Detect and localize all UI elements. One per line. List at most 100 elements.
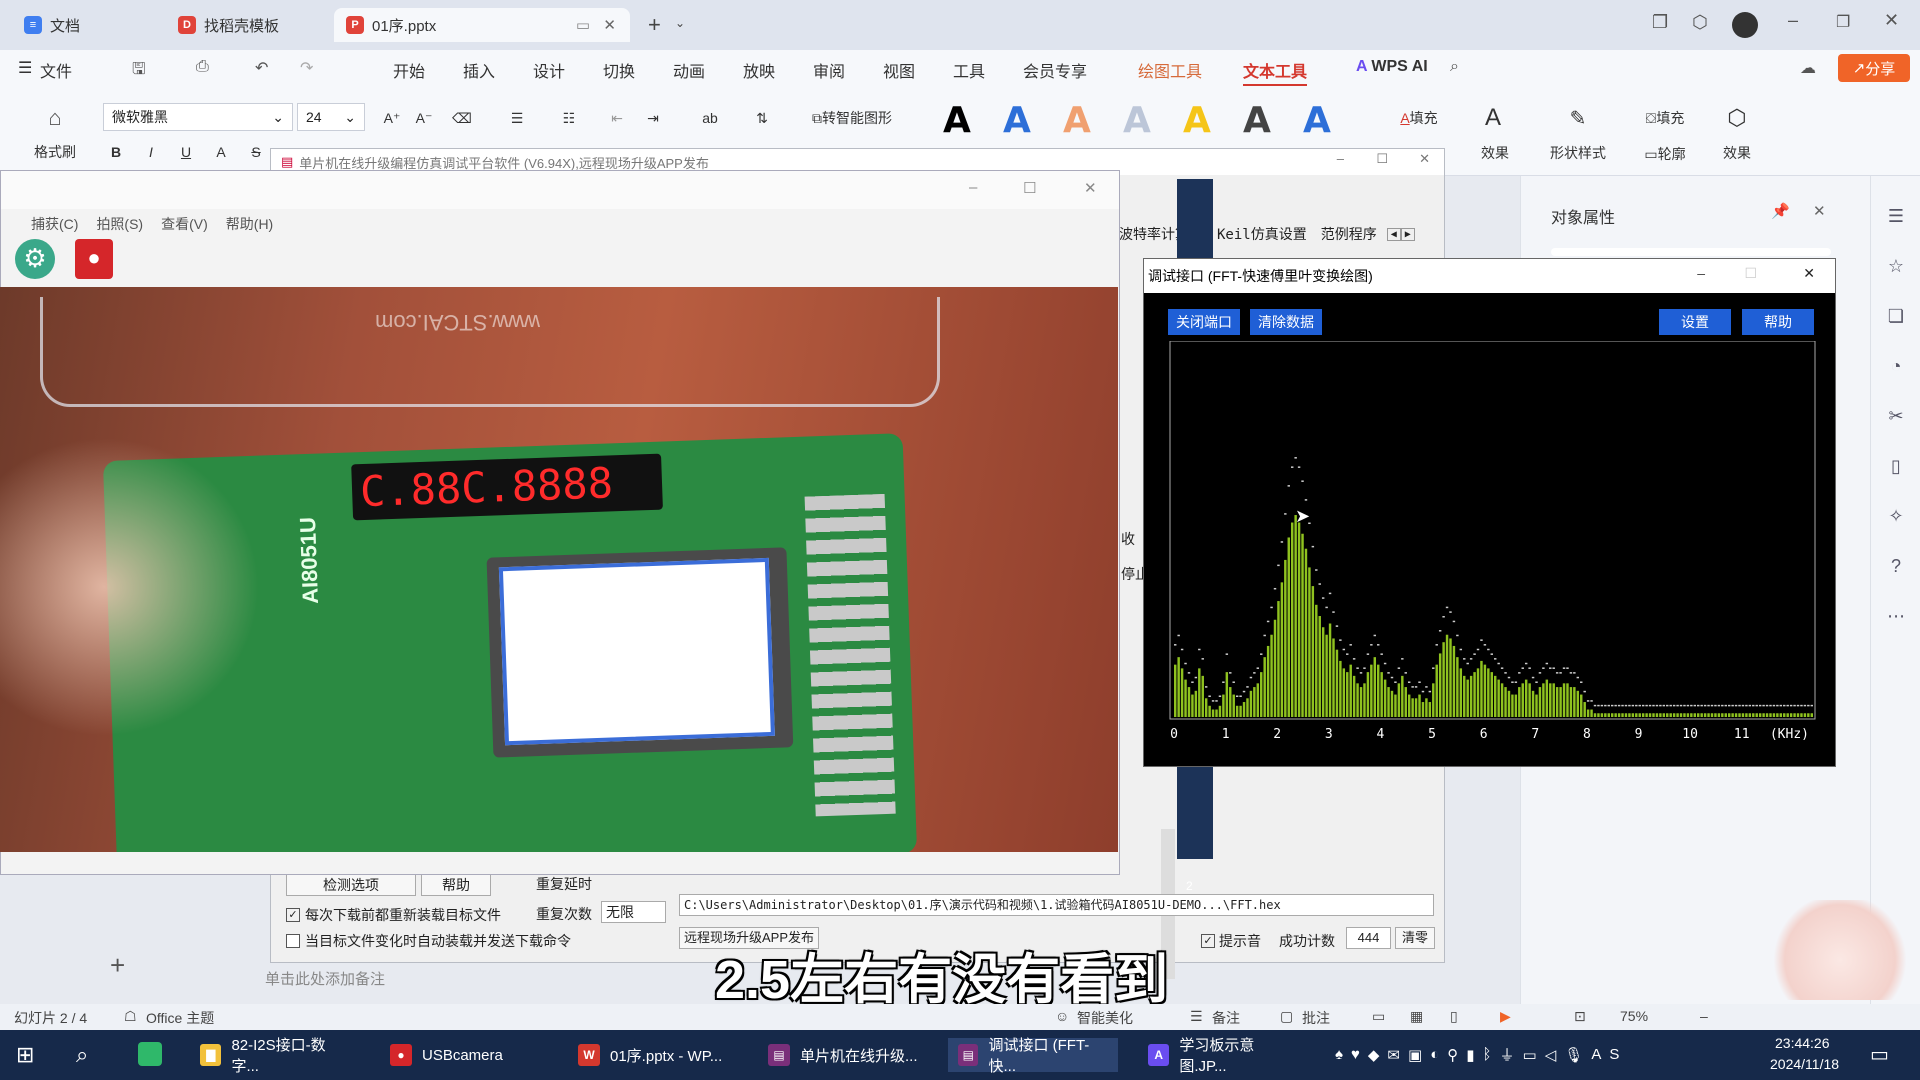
sparkle-icon[interactable]: ✧ xyxy=(1885,506,1907,528)
tab-next-icon[interactable]: ▶ xyxy=(1400,227,1415,241)
repeat-count-select[interactable]: 无限 xyxy=(601,901,666,923)
menu-review[interactable]: 审阅 xyxy=(813,58,845,82)
tools-icon[interactable]: ✂ xyxy=(1885,406,1907,428)
help-button[interactable]: 帮助 xyxy=(421,874,491,896)
option-autoload[interactable]: 当目标文件变化时自动装载并发送下载命令 xyxy=(286,931,571,951)
taskbar-item-fft[interactable]: ▤ 调试接口 (FFT-快... xyxy=(948,1037,1118,1075)
tray-icon[interactable]: ⚲ xyxy=(1447,1046,1458,1064)
text-style-black[interactable]: A xyxy=(943,100,971,141)
star-icon[interactable]: ☆ xyxy=(1885,256,1907,278)
clear-data-button[interactable]: 清除数据 xyxy=(1250,309,1322,335)
clock-time[interactable]: 23:44:26 xyxy=(1775,1035,1830,1051)
format-painter-icon[interactable]: ⌂ xyxy=(30,105,80,130)
close-window-icon[interactable]: ✕ xyxy=(1884,10,1899,31)
add-notes-hint[interactable]: 单击此处添加备注 xyxy=(265,968,385,989)
help-button[interactable]: 帮助 xyxy=(1742,309,1814,335)
indent-icon[interactable]: ⇥ xyxy=(640,106,666,130)
menu-tools[interactable]: 工具 xyxy=(953,58,985,82)
menu-slideshow[interactable]: 放映 xyxy=(743,58,775,82)
undo-icon[interactable]: ↶ xyxy=(255,58,268,78)
smart-shape-button[interactable]: ⧉ 转智能图形 xyxy=(798,106,906,130)
tab-template[interactable]: D 找稻壳模板 xyxy=(166,8,326,42)
font-color-icon[interactable]: A xyxy=(210,140,232,164)
cloud-icon[interactable]: ☁ xyxy=(1800,58,1816,78)
menu-text-tools[interactable]: 文本工具 xyxy=(1243,58,1308,87)
taskbar-item-wps[interactable]: W 01序.pptx - WP... xyxy=(568,1038,738,1072)
menu-animation[interactable]: 动画 xyxy=(673,58,705,82)
font-grow-icon[interactable]: A⁺ xyxy=(380,106,404,130)
mic-icon[interactable]: 🎙 xyxy=(1564,1046,1583,1064)
tab-pptx[interactable]: P 01序.pptx ▭ ✕ xyxy=(334,8,630,42)
menu-transition[interactable]: 切换 xyxy=(603,58,635,82)
maximize-icon[interactable]: ☐ xyxy=(1376,151,1388,167)
shape-style-icon[interactable]: ✎ xyxy=(1563,104,1593,132)
tray-icon[interactable]: ♥ xyxy=(1351,1046,1360,1063)
tray-icon[interactable]: ▮ xyxy=(1466,1046,1474,1064)
fit-icon[interactable]: ⊡ xyxy=(1574,1008,1586,1025)
tray-icon[interactable]: ♠ xyxy=(1335,1046,1343,1063)
menu-draw-tools[interactable]: 绘图工具 xyxy=(1138,58,1202,82)
taskbar-item-folder[interactable]: ▇ 82-I2S接口-数字... xyxy=(190,1037,360,1075)
text-style-outline[interactable]: A xyxy=(1123,100,1151,141)
text-style-gray[interactable]: A xyxy=(1243,100,1271,141)
menu-member[interactable]: 会员专享 xyxy=(1023,58,1087,82)
network-icon[interactable]: ▭ xyxy=(1523,1046,1537,1064)
close-tab-icon[interactable]: ✕ xyxy=(603,16,616,34)
text-style-yellow[interactable]: A xyxy=(1183,100,1211,141)
shape-outline-button[interactable]: ▭ 轮廓 xyxy=(1630,142,1700,166)
share-button[interactable]: ↗ 分享 xyxy=(1838,54,1910,82)
new-tab-icon[interactable]: + xyxy=(648,12,661,38)
maximize-icon[interactable]: ☐ xyxy=(1023,179,1036,197)
taskbar-item-programmer[interactable]: ▤ 单片机在线升级... xyxy=(758,1038,928,1072)
checkbox-unchecked[interactable] xyxy=(286,934,300,948)
text-style-orange[interactable]: A xyxy=(1063,100,1091,141)
zoom-out-icon[interactable]: – xyxy=(1700,1008,1708,1024)
menu-design[interactable]: 设计 xyxy=(533,58,565,82)
pin-icon[interactable]: 📌 xyxy=(1771,202,1790,220)
tray-icon[interactable]: ✉ xyxy=(1387,1046,1400,1064)
close-icon[interactable]: ✕ xyxy=(1084,179,1097,197)
hamburger-icon[interactable]: ☰ xyxy=(18,58,32,78)
chevron-down-icon[interactable]: ⌄ xyxy=(675,16,685,30)
strikethrough-icon[interactable]: S xyxy=(245,140,267,164)
wechat-icon[interactable] xyxy=(138,1042,162,1066)
zoom-level[interactable]: 75% xyxy=(1620,1008,1648,1024)
search-icon[interactable]: ⌕ xyxy=(76,1042,88,1068)
font-shrink-icon[interactable]: A⁻ xyxy=(412,106,436,130)
grid-view-icon[interactable]: ▦ xyxy=(1410,1008,1423,1025)
tab-prev-icon[interactable]: ◀ xyxy=(1386,227,1401,241)
italic-icon[interactable]: I xyxy=(140,140,162,164)
print-icon[interactable]: ⎙ xyxy=(196,58,209,76)
theme-label[interactable]: Office 主题 xyxy=(146,1008,214,1028)
eraser-icon[interactable]: ⌫ xyxy=(450,106,474,130)
normal-view-icon[interactable]: ▭ xyxy=(1372,1008,1385,1025)
panel-tabs[interactable] xyxy=(1551,248,1831,256)
hex-path-field[interactable]: C:\Users\Administrator\Desktop\01.序\演示代码… xyxy=(679,894,1434,916)
minimize-icon[interactable]: – xyxy=(1337,151,1344,166)
close-icon[interactable]: ✕ xyxy=(1419,151,1430,167)
text-effect-icon[interactable]: A xyxy=(1476,104,1510,132)
sogou-icon[interactable]: S xyxy=(1609,1046,1619,1063)
font-size-select[interactable]: 24 ⌄ xyxy=(297,103,365,131)
window-icon[interactable]: ▭ xyxy=(576,16,590,34)
wps-ai-button[interactable]: A WPS AI xyxy=(1356,58,1428,76)
play-icon[interactable]: ▶ xyxy=(1500,1008,1511,1025)
shape-fill-button[interactable]: ⛋ 填充 xyxy=(1630,106,1700,130)
menu-file[interactable]: 文件 xyxy=(40,58,72,82)
ime-icon[interactable]: A xyxy=(1591,1046,1601,1063)
underline-icon[interactable]: U xyxy=(175,140,197,164)
tray-icon[interactable]: ◐ xyxy=(1430,1046,1439,1063)
save-icon[interactable]: 🖫 xyxy=(132,58,146,85)
bold-icon[interactable]: B xyxy=(105,140,127,164)
numbered-list-icon[interactable]: ☷ xyxy=(552,106,586,130)
add-slide-icon[interactable]: + xyxy=(110,950,125,981)
clock-date[interactable]: 2024/11/18 xyxy=(1770,1056,1839,1072)
more-icon[interactable]: ⋯ xyxy=(1885,606,1907,628)
reading-view-icon[interactable]: ▯ xyxy=(1450,1008,1458,1025)
layers-icon[interactable]: ❏ xyxy=(1885,306,1907,328)
menu-view[interactable]: 视图 xyxy=(883,58,915,82)
option-reload[interactable]: ✓ 每次下载前都重新装载目标文件 xyxy=(286,905,501,925)
restore-icon[interactable]: ❐ xyxy=(1836,12,1850,32)
minimize-icon[interactable]: – xyxy=(969,179,977,196)
sort-icon[interactable]: ⇅ xyxy=(745,106,779,130)
